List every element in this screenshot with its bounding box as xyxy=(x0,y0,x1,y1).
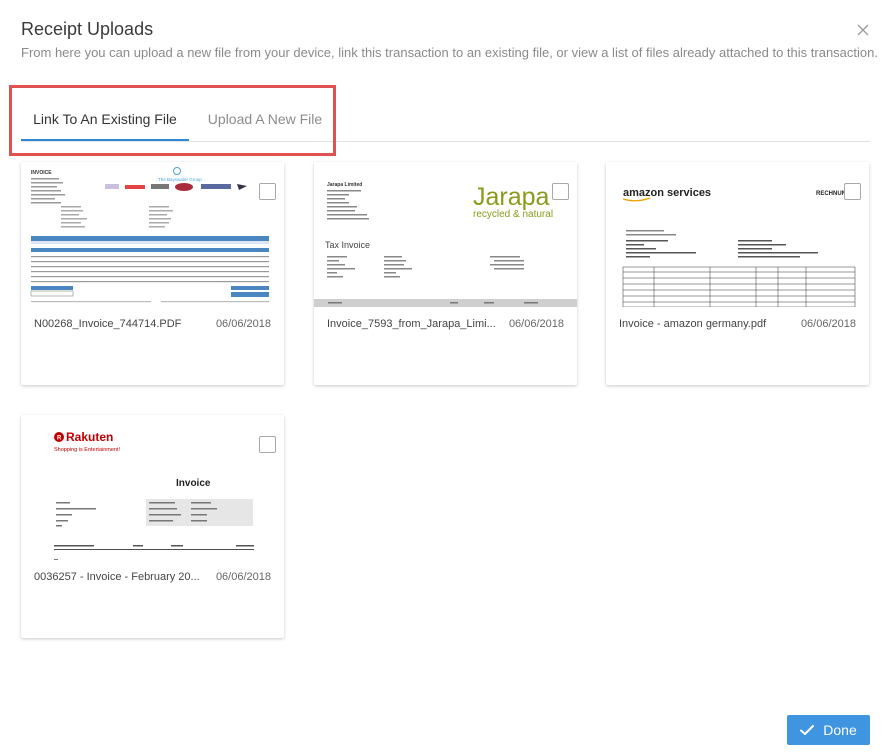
svg-text:R: R xyxy=(57,436,62,442)
file-checkbox[interactable] xyxy=(259,436,276,453)
preview-heading: Invoice xyxy=(176,478,211,489)
preview-brand: amazon services xyxy=(623,187,711,199)
file-date: 06/06/2018 xyxy=(800,318,856,330)
file-card[interactable]: Jarapa Limited Jarapa recycled & natural… xyxy=(314,162,577,385)
tab-link-existing-file[interactable]: Link To An Existing File xyxy=(21,98,189,141)
file-name: Invoice_7593_from_Jarapa_Limi... xyxy=(327,318,496,330)
done-button-label: Done xyxy=(823,722,857,738)
file-checkbox[interactable] xyxy=(259,183,276,200)
file-checkbox[interactable] xyxy=(844,183,861,200)
dialog-subtitle: From here you can upload a new file from… xyxy=(21,45,878,60)
file-card[interactable]: R Rakuten Shopping is Entertainment! Inv… xyxy=(21,415,284,638)
file-card[interactable]: amazon services RECHNUNG Invoice - amazo… xyxy=(606,162,869,385)
file-date: 06/06/2018 xyxy=(215,318,271,330)
file-date: 06/06/2018 xyxy=(215,571,271,583)
tab-upload-new-file[interactable]: Upload A New File xyxy=(195,98,335,141)
done-button[interactable]: Done xyxy=(787,715,870,745)
file-thumbnail: amazon services RECHNUNG xyxy=(606,162,869,307)
file-thumbnail: R Rakuten Shopping is Entertainment! Inv… xyxy=(21,415,284,560)
receipt-uploads-dialog: Receipt Uploads From here you can upload… xyxy=(0,0,892,755)
close-icon[interactable] xyxy=(855,22,871,38)
dialog-title: Receipt Uploads xyxy=(21,19,154,39)
tab-bar: Link To An Existing File Upload A New Fi… xyxy=(21,98,870,142)
check-icon xyxy=(800,725,815,735)
file-thumbnail: Jarapa Limited Jarapa recycled & natural… xyxy=(314,162,577,307)
preview-heading: Tax Invoice xyxy=(325,240,370,250)
preview-heading: INVOICE xyxy=(31,170,52,176)
preview-brand: The Bayswater Group xyxy=(158,177,202,182)
preview-brand: Rakuten xyxy=(66,430,113,444)
file-checkbox[interactable] xyxy=(552,183,569,200)
preview-tagline: recycled & natural xyxy=(473,209,553,220)
preview-company: Jarapa Limited xyxy=(327,182,362,188)
file-date: 06/06/2018 xyxy=(508,318,564,330)
preview-tagline: Shopping is Entertainment! xyxy=(54,447,121,453)
preview-brand: Jarapa xyxy=(473,183,550,211)
file-name: 0036257 - Invoice - February 20... xyxy=(34,571,200,583)
file-card[interactable]: INVOICE The Bayswater Group N00268_Invoi… xyxy=(21,162,284,385)
file-name: Invoice - amazon germany.pdf xyxy=(619,318,767,330)
file-name: N00268_Invoice_744714.PDF xyxy=(34,318,182,330)
file-thumbnail: INVOICE The Bayswater Group xyxy=(21,162,284,307)
